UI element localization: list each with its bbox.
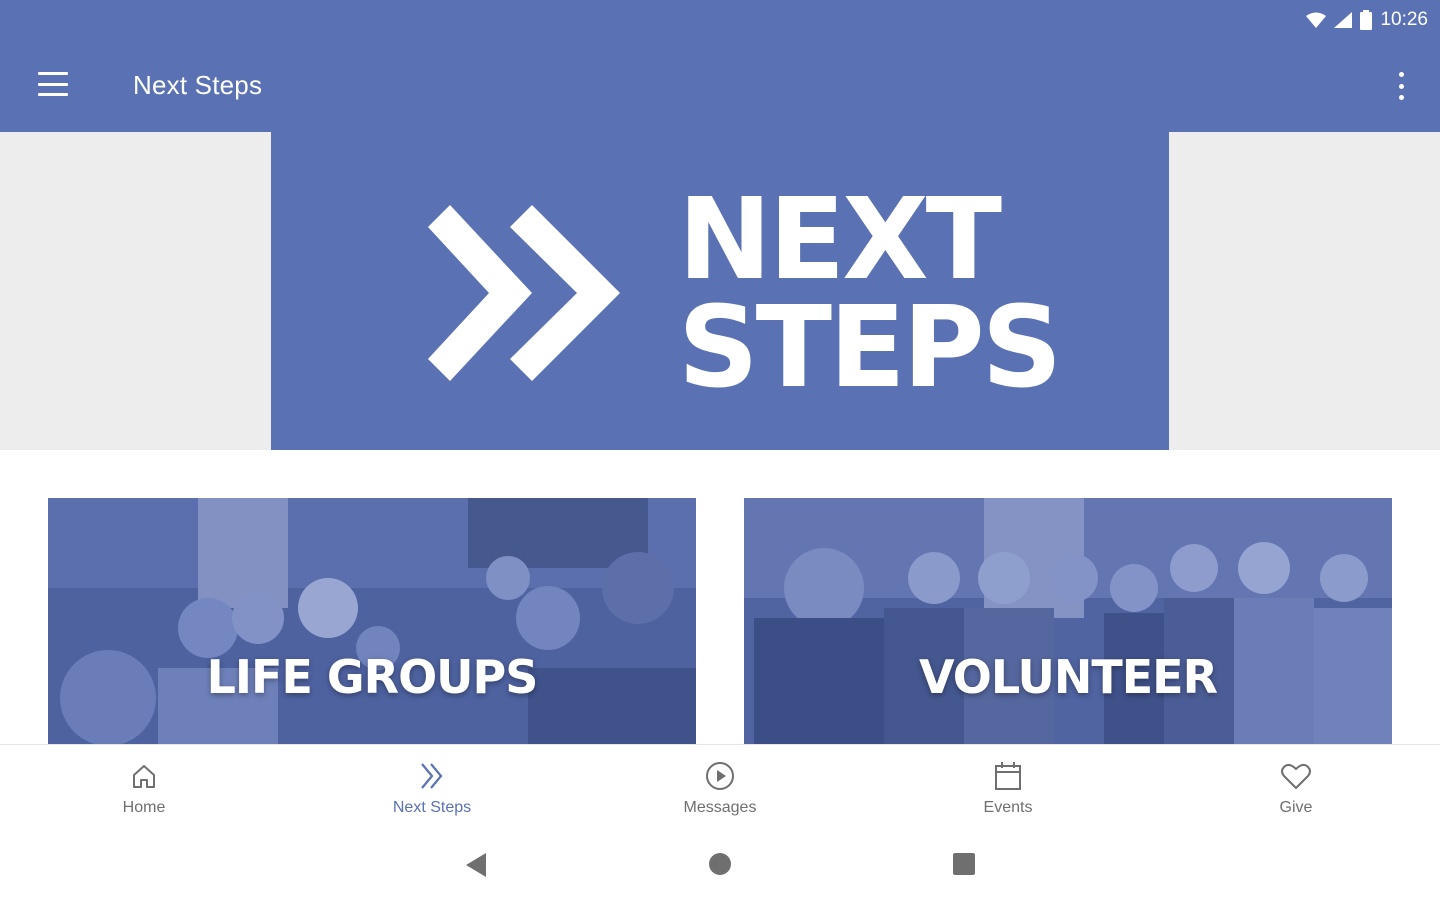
home-icon	[127, 759, 161, 793]
volunteer-card[interactable]: VOLUNTEER	[744, 498, 1392, 744]
menu-icon[interactable]	[38, 72, 70, 96]
nav-next-steps[interactable]: Next Steps	[332, 745, 532, 835]
wifi-icon	[1306, 12, 1327, 28]
life-groups-label: LIFE GROUPS	[206, 650, 539, 704]
more-options-icon[interactable]	[1396, 72, 1406, 100]
calendar-icon	[991, 759, 1025, 793]
system-navigation-bar	[0, 834, 1440, 900]
app-header: 10:26 Next Steps	[0, 0, 1440, 132]
recents-icon[interactable]	[952, 852, 976, 876]
back-icon[interactable]	[464, 852, 488, 878]
nav-give[interactable]: Give	[1196, 745, 1396, 835]
life-groups-photo	[48, 498, 696, 744]
status-time: 10:26	[1380, 9, 1428, 30]
next-steps-logo-chevrons-icon	[428, 205, 620, 381]
nav-events[interactable]: Events	[908, 745, 1108, 835]
status-bar: 10:26	[1306, 8, 1428, 32]
nav-next-steps-label: Next Steps	[392, 799, 472, 816]
volunteer-photo	[744, 498, 1392, 744]
volunteer-label: VOLUNTEER	[918, 650, 1218, 704]
play-circle-icon	[703, 759, 737, 793]
hero-title-line1: NEXT	[678, 175, 1002, 305]
life-groups-card[interactable]: LIFE GROUPS	[48, 498, 696, 744]
home-circle-icon[interactable]	[708, 852, 732, 876]
heart-icon	[1279, 759, 1313, 793]
nav-give-label: Give	[1279, 799, 1313, 816]
bottom-navigation: Home Next Steps Messages Events Give	[0, 744, 1440, 835]
nav-home-label: Home	[122, 799, 166, 816]
nav-home[interactable]: Home	[44, 745, 244, 835]
signal-icon	[1334, 12, 1353, 28]
nav-messages[interactable]: Messages	[620, 745, 820, 835]
hero-title: NEXT STEPS	[678, 175, 1062, 413]
page-title: Next Steps	[133, 70, 263, 100]
double-chevron-icon	[415, 759, 449, 793]
nav-events-label: Events	[983, 799, 1033, 816]
battery-icon	[1360, 10, 1373, 30]
nav-messages-label: Messages	[683, 799, 757, 816]
hero-title-line2: STEPS	[678, 283, 1062, 413]
